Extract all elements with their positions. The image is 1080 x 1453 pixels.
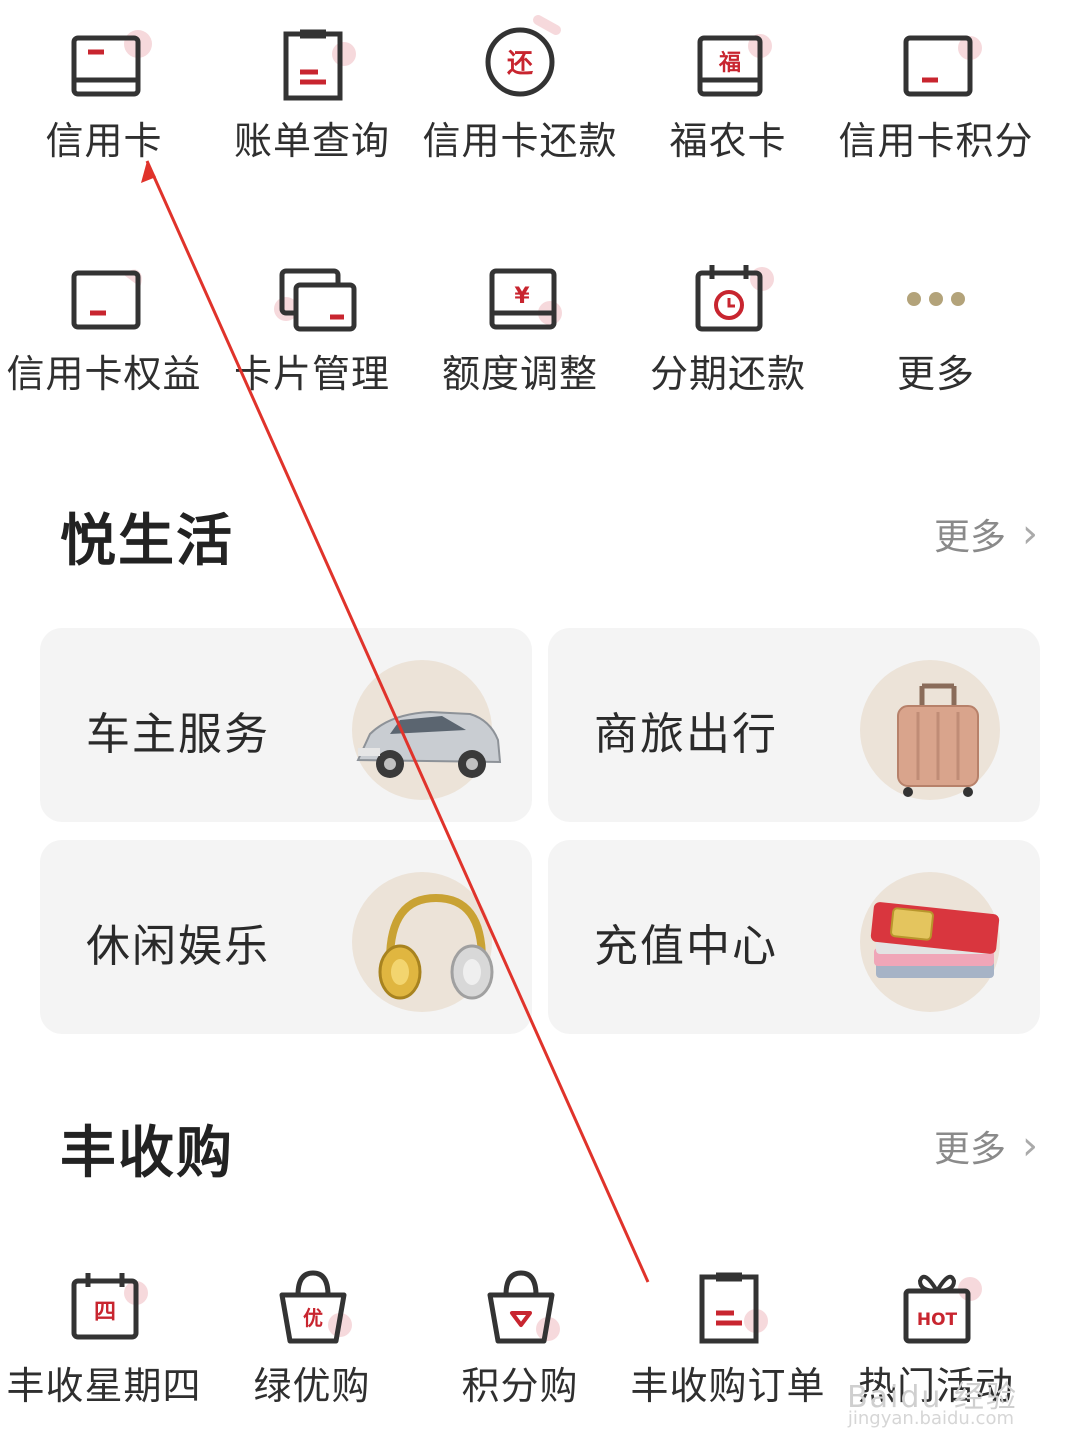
- repay-glyph: 还: [507, 49, 534, 79]
- card-business-travel[interactable]: 商旅出行: [548, 628, 1040, 822]
- harvest-points-buy[interactable]: 积分购: [416, 1245, 624, 1435]
- luggage-image: [897, 683, 979, 797]
- watermark-sub: jingyan.baidu.com: [847, 1408, 1014, 1429]
- fu-card-icon: 福: [668, 10, 788, 110]
- harvest-green-buy[interactable]: 优 绿优购: [208, 1245, 416, 1435]
- chevron-right-icon: ›: [1022, 1123, 1038, 1169]
- points-card-icon: [876, 10, 996, 110]
- yen-glyph: ¥: [514, 284, 530, 309]
- card-title: 车主服务: [86, 709, 270, 760]
- order-icon: [668, 1255, 788, 1355]
- harvest-more-link[interactable]: 更多 ›: [934, 1120, 1038, 1172]
- more-dots-icon: [876, 243, 996, 343]
- service-installment[interactable]: 分期还款: [624, 233, 832, 423]
- hot-glyph: HOT: [917, 1310, 958, 1330]
- car-image: [356, 710, 502, 778]
- harvest-section-title: 丰收购: [60, 1121, 234, 1186]
- service-label: 卡片管理: [233, 352, 390, 396]
- green-bag-icon: 优: [252, 1255, 372, 1355]
- harvest-label: 丰收星期四: [6, 1364, 202, 1408]
- harvest-label: 丰收购订单: [630, 1364, 826, 1408]
- service-grid-row-1: 信用卡 账单查询 还 信用卡还款 福 福农卡 信用卡积分: [0, 0, 1080, 190]
- chevron-right-icon: ›: [1022, 511, 1038, 557]
- card-recharge-center[interactable]: 充值中心: [548, 840, 1040, 1034]
- credit-card-icon: [44, 10, 164, 110]
- harvest-thursday[interactable]: 四 丰收星期四: [0, 1245, 208, 1435]
- hot-gift-icon: HOT: [876, 1255, 996, 1355]
- service-label: 更多: [896, 352, 975, 396]
- bill-icon: [252, 10, 372, 110]
- more-label: 更多: [933, 1129, 1006, 1170]
- cards-manage-icon: [252, 243, 372, 343]
- benefits-card-icon: [44, 243, 164, 343]
- life-more-link[interactable]: 更多 ›: [934, 508, 1038, 560]
- fu-glyph: 福: [718, 51, 741, 76]
- repay-icon: 还: [460, 10, 580, 110]
- service-label: 福农卡: [669, 119, 787, 163]
- limit-adjust-icon: ¥: [460, 243, 580, 343]
- service-label: 信用卡权益: [6, 352, 202, 396]
- service-limit-adjust[interactable]: ¥ 额度调整: [416, 233, 624, 423]
- points-bag-icon: [460, 1255, 580, 1355]
- service-credit-points[interactable]: 信用卡积分: [832, 0, 1040, 190]
- service-funong-card[interactable]: 福 福农卡: [624, 0, 832, 190]
- card-car-service[interactable]: 车主服务: [40, 628, 532, 822]
- life-section-title: 悦生活: [60, 509, 234, 574]
- service-label: 分期还款: [649, 352, 806, 396]
- service-bill-query[interactable]: 账单查询: [208, 0, 416, 190]
- service-credit-card[interactable]: 信用卡: [0, 0, 208, 190]
- more-label: 更多: [933, 517, 1006, 558]
- thursday-glyph: 四: [94, 1300, 116, 1325]
- service-card-manage[interactable]: 卡片管理: [208, 233, 416, 423]
- card-leisure[interactable]: 休闲娱乐: [40, 840, 532, 1034]
- harvest-orders[interactable]: 丰收购订单: [624, 1245, 832, 1435]
- service-credit-benefits[interactable]: 信用卡权益: [0, 233, 208, 423]
- card-title: 充值中心: [594, 921, 778, 972]
- thursday-calendar-icon: 四: [44, 1255, 164, 1355]
- card-title: 商旅出行: [594, 709, 778, 760]
- green-buy-glyph: 优: [303, 1306, 323, 1330]
- service-more[interactable]: 更多: [832, 233, 1040, 423]
- service-label: 信用卡还款: [422, 119, 618, 163]
- headphones-image: [378, 893, 494, 1000]
- service-label: 信用卡积分: [838, 119, 1034, 163]
- service-label: 账单查询: [233, 119, 390, 163]
- card-title: 休闲娱乐: [86, 921, 270, 972]
- installment-calendar-icon: [668, 243, 788, 343]
- service-credit-repay[interactable]: 还 信用卡还款: [416, 0, 624, 190]
- service-grid-row-2: 信用卡权益 卡片管理 ¥ 额度调整 分期还款 更多: [0, 233, 1080, 423]
- harvest-label: 积分购: [461, 1364, 579, 1408]
- service-label: 额度调整: [441, 352, 598, 396]
- harvest-label: 绿优购: [253, 1364, 371, 1408]
- service-label: 信用卡: [45, 119, 163, 163]
- sim-card-image: [870, 902, 1000, 978]
